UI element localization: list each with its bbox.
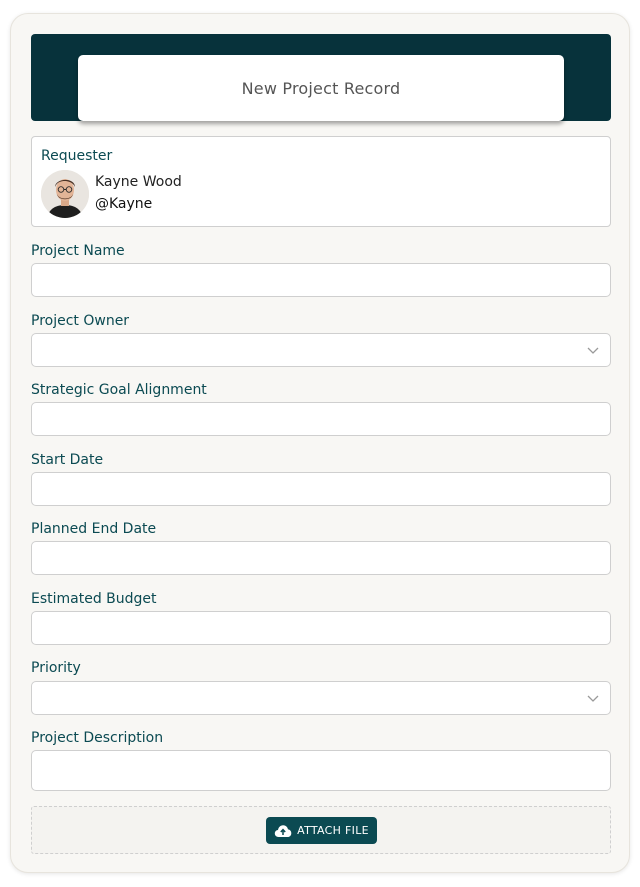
planned-end-date-label: Planned End Date — [31, 521, 157, 537]
avatar — [41, 170, 89, 218]
planned-end-date-input[interactable] — [31, 541, 611, 575]
start-date-input[interactable] — [31, 472, 611, 506]
estimated-budget-input[interactable] — [31, 611, 611, 645]
estimated-budget-label: Estimated Budget — [31, 591, 157, 607]
attach-file-button[interactable]: ATTACH FILE — [266, 817, 377, 844]
attach-dropzone[interactable]: ATTACH FILE — [31, 806, 611, 854]
project-name-label: Project Name — [31, 243, 125, 259]
strategic-goal-input[interactable] — [31, 402, 611, 436]
form-title: New Project Record — [78, 55, 564, 121]
project-owner-select[interactable] — [31, 333, 611, 367]
start-date-label: Start Date — [31, 452, 104, 468]
priority-select[interactable] — [31, 681, 611, 715]
requester-label: Requester — [41, 148, 113, 164]
requester-card: Requester Kayne Wood @Kayne — [31, 136, 611, 227]
project-description-input[interactable] — [31, 750, 611, 791]
project-description-label: Project Description — [31, 730, 164, 746]
requester-name: Kayne Wood — [95, 174, 182, 190]
cloud-upload-icon — [274, 824, 292, 837]
chevron-down-icon — [587, 347, 599, 354]
project-name-input[interactable] — [31, 263, 611, 297]
chevron-down-icon — [587, 695, 599, 702]
attach-file-label: ATTACH FILE — [297, 824, 369, 837]
strategic-goal-label: Strategic Goal Alignment — [31, 382, 207, 398]
priority-label: Priority — [31, 660, 81, 676]
header-banner: New Project Record — [31, 34, 611, 121]
form-card: New Project Record Requester Kayne Wood … — [10, 13, 630, 873]
project-owner-label: Project Owner — [31, 313, 130, 329]
requester-handle: @Kayne — [95, 196, 153, 212]
